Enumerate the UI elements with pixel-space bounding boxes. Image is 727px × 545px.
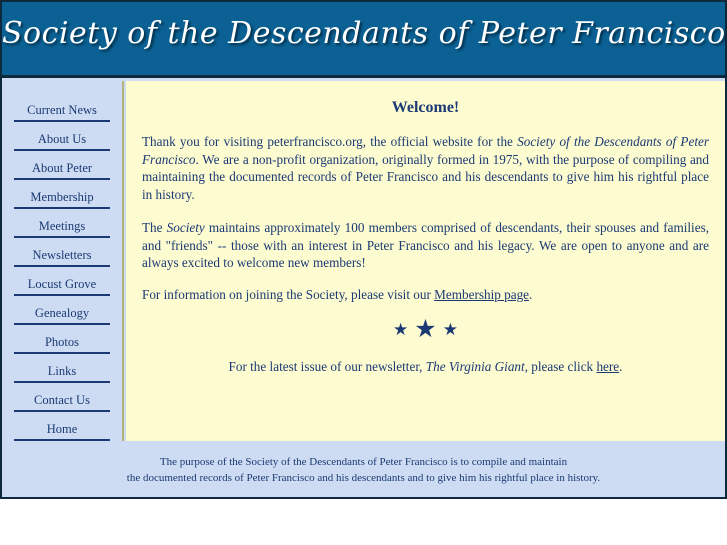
newsletter-title-italic: The Virginia Giant <box>425 359 525 374</box>
joining-text-2: . <box>529 286 533 302</box>
intro-text-2: . We are a non-profit organization, orig… <box>142 151 709 202</box>
sidebar-item-locust-grove[interactable]: Locust Grove <box>14 277 110 296</box>
newsletter-text-1: For the latest issue of our newsletter, <box>228 359 426 374</box>
body-row: Current News About Us About Peter Member… <box>2 81 725 441</box>
sidebar-item-current-news[interactable]: Current News <box>14 103 110 122</box>
sidebar-item-meetings[interactable]: Meetings <box>14 219 110 238</box>
star-icon-left: ★ <box>393 320 409 339</box>
society-italic: Society <box>166 220 205 235</box>
sidebar-item-about-peter[interactable]: About Peter <box>14 161 110 180</box>
newsletter-paragraph: For the latest issue of our newsletter, … <box>142 342 709 376</box>
sidebar-item-membership[interactable]: Membership <box>14 190 110 209</box>
membership-paragraph: The Society maintains approximately 100 … <box>142 203 709 272</box>
site-footer: The purpose of the Society of the Descen… <box>2 441 725 497</box>
membership-text-2: maintains approximately 100 members comp… <box>142 220 709 270</box>
sidebar: Current News About Us About Peter Member… <box>2 81 124 441</box>
site-frame: Society of the Descendants of Peter Fran… <box>0 0 727 499</box>
footer-line-1: The purpose of the Society of the Descen… <box>159 456 568 468</box>
sidebar-item-contact-us[interactable]: Contact Us <box>14 393 110 412</box>
intro-text-1: Thank you for visiting peterfrancisco.or… <box>142 134 518 149</box>
sidebar-item-about-us[interactable]: About Us <box>14 132 110 151</box>
joining-text-1: For information on joining the Society, … <box>142 286 435 302</box>
membership-text-1: The <box>142 220 167 235</box>
main-content: Welcome! Thank you for visiting peterfra… <box>126 81 725 441</box>
star-icon-center: ★ <box>414 316 437 343</box>
sidebar-item-links[interactable]: Links <box>14 364 110 383</box>
star-divider: ★ ★ ★ <box>142 303 709 342</box>
site-title: Society of the Descendants of Peter Fran… <box>2 16 725 51</box>
sidebar-item-photos[interactable]: Photos <box>14 335 110 354</box>
page-root: Society of the Descendants of Peter Fran… <box>0 0 727 545</box>
membership-page-link[interactable]: Membership page <box>434 287 529 302</box>
page-title: Welcome! <box>391 99 460 116</box>
newsletter-text-3: . <box>619 359 623 374</box>
sidebar-item-home[interactable]: Home <box>14 422 110 441</box>
joining-paragraph: For information on joining the Society, … <box>142 272 709 304</box>
sidebar-item-genealogy[interactable]: Genealogy <box>14 306 110 325</box>
star-icon-right: ★ <box>442 320 458 339</box>
sidebar-item-newsletters[interactable]: Newsletters <box>14 248 110 267</box>
footer-line-2: the documented records of Peter Francisc… <box>126 472 601 484</box>
sidebar-nav: Current News About Us About Peter Member… <box>2 81 122 441</box>
intro-paragraph: Thank you for visiting peterfrancisco.or… <box>142 117 709 203</box>
site-banner: Society of the Descendants of Peter Fran… <box>2 2 725 78</box>
newsletter-here-link[interactable]: here <box>596 359 619 374</box>
newsletter-text-2: , please click <box>524 359 597 374</box>
